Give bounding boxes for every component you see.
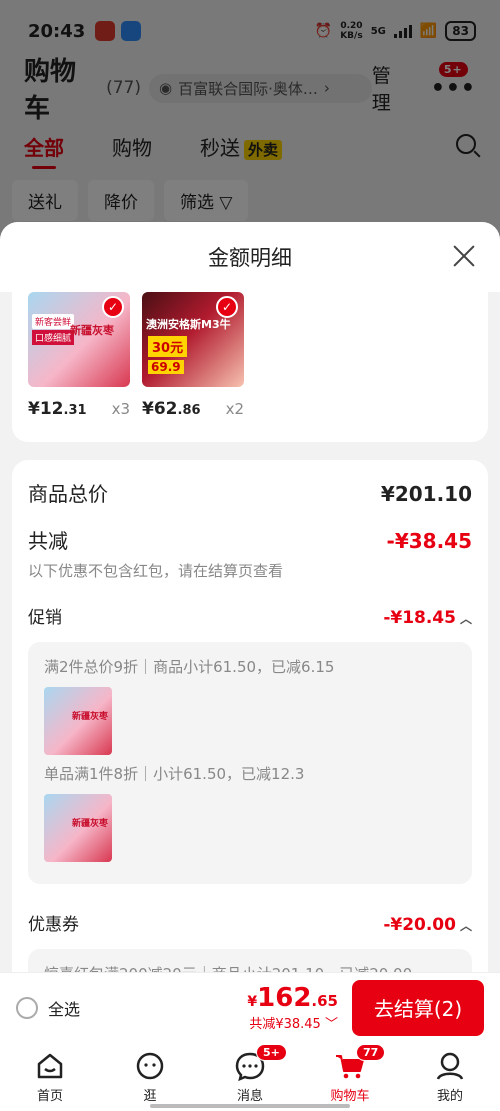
promo-product-thumbnail: 新疆灰枣 bbox=[44, 687, 112, 755]
checkout-total: ¥162.65 共减¥38.45 ﹀ bbox=[247, 983, 338, 1032]
select-all-label[interactable]: 全选 bbox=[48, 996, 80, 1020]
coupon-value: -¥20.00 ︿ bbox=[383, 915, 472, 935]
price-detail-sheet: 金额明细 新客尝鲜 口感细腻 新疆灰枣 ✓ ¥12.31 x3 澳洲安格斯M3牛 bbox=[0, 222, 500, 972]
message-badge: 5+ bbox=[256, 1044, 287, 1061]
price-breakdown: 商品总价 ¥201.10 共减 -¥38.45 以下优惠不包含红包，请在结算页查… bbox=[12, 460, 488, 972]
nav-messages[interactable]: 5+ 消息 bbox=[200, 1042, 300, 1111]
nav-browse[interactable]: 逛 bbox=[100, 1042, 200, 1111]
promo-line: 满2件总价9折｜商品小计61.50，已减6.15 bbox=[44, 658, 335, 676]
selected-check-icon: ✓ bbox=[102, 296, 124, 318]
home-icon bbox=[37, 1053, 63, 1079]
promo-value: -¥18.45 ︿ bbox=[383, 608, 472, 628]
discount-label: 共减 bbox=[28, 529, 68, 553]
discount-row: 共减 -¥38.45 bbox=[28, 525, 472, 554]
saved-amount[interactable]: 共减¥38.45 ﹀ bbox=[247, 1013, 338, 1032]
selected-check-icon: ✓ bbox=[216, 296, 238, 318]
coupon-row[interactable]: 优惠券 -¥20.00 ︿ bbox=[28, 910, 472, 935]
discount-note: 以下优惠不包含红包，请在结算页查看 bbox=[28, 562, 284, 580]
promo-product-thumbnail: 新疆灰枣 bbox=[44, 794, 112, 862]
nav-profile[interactable]: 我的 bbox=[400, 1042, 500, 1111]
total-value: ¥201.10 bbox=[380, 482, 472, 506]
close-icon[interactable] bbox=[452, 244, 476, 268]
promo-label: 促销 bbox=[28, 608, 62, 628]
select-all-checkbox[interactable] bbox=[16, 996, 38, 1019]
product-price-row: ¥62.86 x2 bbox=[142, 399, 244, 419]
checkout-button[interactable]: 去结算(2) bbox=[352, 979, 484, 1036]
chevron-up-icon: ︿ bbox=[459, 612, 472, 626]
discount-value: -¥38.45 bbox=[386, 529, 472, 553]
total-row: 商品总价 ¥201.10 bbox=[28, 478, 472, 507]
sheet-title: 金额明细 bbox=[208, 246, 292, 270]
coupon-details: 惊喜红包满200减20元｜商品小计201.10，已减20.00 bbox=[28, 949, 472, 972]
product-price-row: ¥12.31 x3 bbox=[28, 399, 130, 419]
promo-line: 单品满1件8折｜小计61.50，已减12.3 bbox=[44, 765, 305, 783]
product-list: 新客尝鲜 口感细腻 新疆灰枣 ✓ ¥12.31 x3 澳洲安格斯M3牛 30元 … bbox=[28, 292, 472, 419]
chevron-up-icon: ︿ bbox=[459, 919, 472, 933]
nav-home[interactable]: 首页 bbox=[0, 1042, 100, 1111]
checkout-bar: 全选 ¥162.65 共减¥38.45 ﹀ 去结算(2) bbox=[0, 972, 500, 1042]
profile-icon bbox=[436, 1052, 464, 1080]
total-label: 商品总价 bbox=[28, 482, 108, 506]
cart-badge: 77 bbox=[356, 1044, 386, 1061]
product-image: 新客尝鲜 口感细腻 新疆灰枣 ✓ bbox=[28, 292, 130, 387]
nav-cart[interactable]: 77 购物车 bbox=[300, 1042, 400, 1111]
product-quantity: x3 bbox=[111, 400, 130, 418]
bottom-nav: 首页 逛 5+ 消息 77 购物车 我的 bbox=[0, 1042, 500, 1111]
product-quantity: x2 bbox=[225, 400, 244, 418]
total-amount: ¥162.65 bbox=[247, 983, 338, 1013]
sheet-header: 金额明细 bbox=[0, 222, 500, 292]
selected-products: 新客尝鲜 口感细腻 新疆灰枣 ✓ ¥12.31 x3 澳洲安格斯M3牛 30元 … bbox=[12, 292, 488, 442]
promo-details: 满2件总价9折｜商品小计61.50，已减6.15 新疆灰枣 单品满1件8折｜小计… bbox=[28, 642, 472, 884]
product-price: ¥12.31 bbox=[28, 399, 87, 419]
promo-row[interactable]: 促销 -¥18.45 ︿ bbox=[28, 603, 472, 628]
coupon-line: 惊喜红包满200减20元｜商品小计201.10，已减20.00 bbox=[44, 963, 456, 972]
product-price: ¥62.86 bbox=[142, 399, 201, 419]
browse-icon bbox=[136, 1052, 164, 1080]
home-indicator[interactable] bbox=[150, 1104, 350, 1108]
product-item[interactable]: 新客尝鲜 口感细腻 新疆灰枣 ✓ ¥12.31 x3 bbox=[28, 292, 130, 419]
product-image: 澳洲安格斯M3牛 30元 69.9 ✓ bbox=[142, 292, 244, 387]
coupon-label: 优惠券 bbox=[28, 915, 79, 935]
product-item[interactable]: 澳洲安格斯M3牛 30元 69.9 ✓ ¥62.86 x2 bbox=[142, 292, 244, 419]
chevron-down-icon: ﹀ bbox=[324, 1017, 338, 1032]
